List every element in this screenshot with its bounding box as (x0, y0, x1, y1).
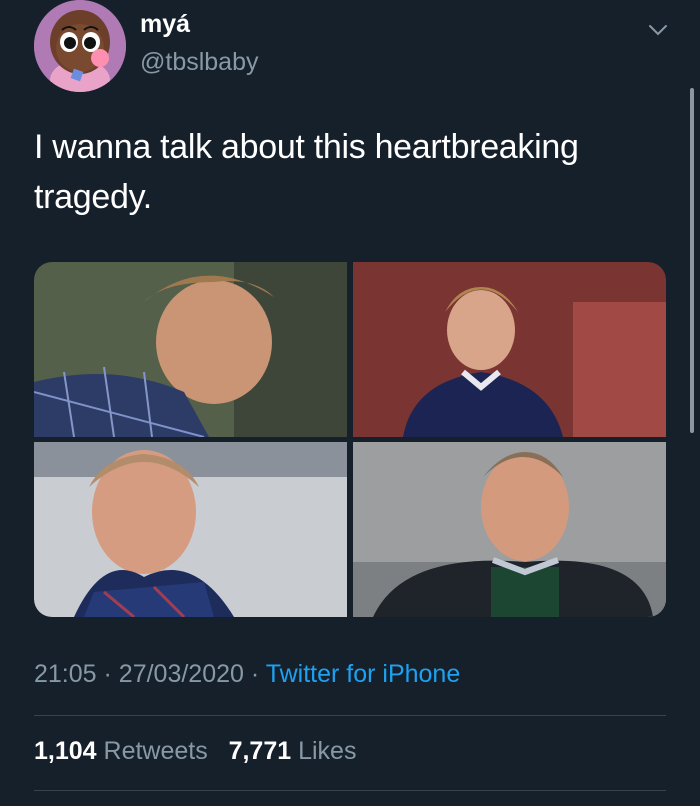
tweet-time: 21:05 (34, 660, 97, 688)
retweets-count: 1,104 (34, 737, 97, 765)
handle[interactable]: @tbslbaby (140, 48, 259, 77)
tweet-source-link[interactable]: Twitter for iPhone (266, 660, 461, 688)
likes-stat[interactable]: 7,771 Likes (229, 737, 357, 765)
retweets-label: Retweets (103, 737, 208, 765)
photo-man-scarf[interactable] (34, 442, 347, 617)
display-name[interactable]: myá (140, 10, 190, 39)
divider (34, 790, 666, 791)
chevron-down-icon[interactable] (646, 18, 670, 42)
tweet-stats: 1,104 Retweets 7,771 Likes (34, 737, 356, 766)
tweet-meta: 21:05 · 27/03/2020 · Twitter for iPhone (34, 660, 460, 689)
likes-label: Likes (298, 737, 357, 765)
photo-grid (34, 262, 666, 617)
photo-young-man-navy-sweater[interactable] (353, 262, 666, 437)
scrollbar[interactable] (690, 88, 694, 433)
meta-separator: · (103, 660, 112, 688)
avatar[interactable] (34, 0, 126, 92)
photo-young-man-plaid-shirt[interactable] (34, 262, 347, 437)
meta-separator: · (250, 660, 260, 688)
retweets-stat[interactable]: 1,104 Retweets (34, 737, 208, 765)
tweet-text: I wanna talk about this heartbreaking tr… (34, 128, 579, 216)
divider (34, 715, 666, 716)
photo-man-dark-jacket[interactable] (353, 442, 666, 617)
likes-count: 7,771 (228, 737, 292, 765)
tweet-date: 27/03/2020 (118, 660, 244, 688)
